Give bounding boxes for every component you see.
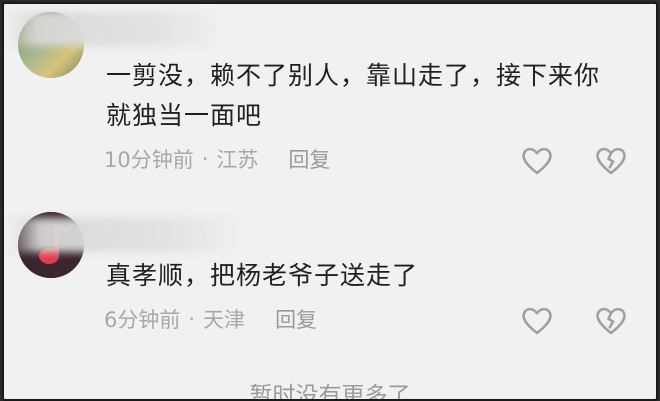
comment-location: 江苏	[216, 148, 259, 172]
dislike-button[interactable]	[594, 304, 628, 338]
dislike-button[interactable]	[594, 144, 628, 178]
meta-separator: ·	[201, 147, 209, 171]
comment-text-line: 一剪没，赖不了别人，靠山走了，接下来你	[106, 61, 601, 90]
heart-outline-icon	[522, 147, 552, 175]
comment-location: 天津	[203, 308, 246, 332]
comment-text-line: 真孝顺，把杨老爷子送走了	[106, 261, 419, 290]
comment-meta: 10分钟前 · 江苏 回复	[104, 144, 330, 174]
comments-panel: 一剪没，赖不了别人，靠山走了，接下来你 就独当一面吧 10分钟前 · 江苏 回复	[2, 2, 658, 401]
comment-text: 一剪没，赖不了别人，靠山走了，接下来你 就独当一面吧	[106, 56, 636, 136]
broken-heart-icon	[596, 147, 626, 175]
like-button[interactable]	[520, 144, 554, 178]
heart-outline-icon	[522, 307, 552, 335]
comment-meta: 6分钟前 · 天津 回复	[104, 304, 317, 334]
username-blurred	[4, 12, 224, 46]
comment-text: 真孝顺，把杨老爷子送走了	[106, 256, 636, 296]
comment-time: 6分钟前	[104, 308, 181, 332]
broken-heart-icon	[596, 307, 626, 335]
username-blurred	[4, 218, 244, 252]
comment-time: 10分钟前	[104, 148, 194, 172]
comment-text-line: 就独当一面吧	[106, 101, 263, 130]
like-button[interactable]	[520, 304, 554, 338]
reply-button[interactable]: 回复	[288, 144, 330, 174]
reply-button[interactable]: 回复	[275, 304, 317, 334]
meta-separator: ·	[188, 307, 196, 331]
comment-item: 真孝顺，把杨老爷子送走了 6分钟前 · 天津 回复	[4, 204, 656, 364]
no-more-footer: 暂时没有更多了	[249, 383, 411, 401]
comment-item: 一剪没，赖不了别人，靠山走了，接下来你 就独当一面吧 10分钟前 · 江苏 回复	[4, 4, 656, 194]
